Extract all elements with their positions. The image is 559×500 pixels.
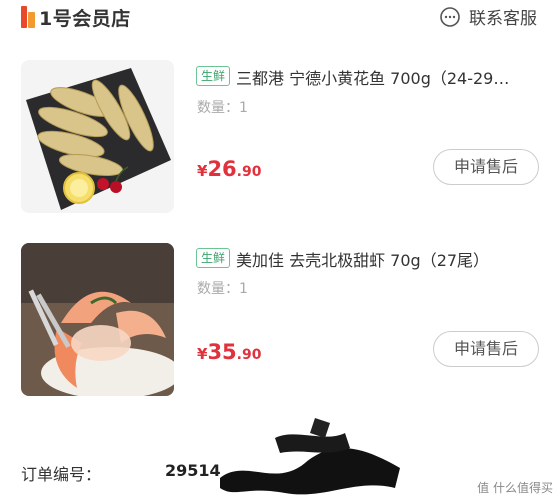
- watermark: 值 什么值得买: [477, 479, 553, 496]
- product-image-fish[interactable]: [21, 60, 174, 213]
- fresh-tag: 生鲜: [196, 66, 231, 86]
- product-quantity: 数量：1: [197, 281, 248, 297]
- price-decimal: .90: [236, 164, 262, 180]
- product-price: ¥26.90: [197, 157, 261, 181]
- fresh-tag: 生鲜: [196, 248, 231, 268]
- price-integer: 35: [207, 340, 237, 364]
- chat-icon: [440, 6, 460, 27]
- product-quantity: 数量：1: [197, 100, 248, 116]
- apply-after-sale-button[interactable]: 申请售后: [433, 149, 539, 185]
- price-currency: ¥: [197, 162, 208, 180]
- watermark-text: 值 什么值得买: [477, 481, 553, 495]
- price-currency: ¥: [197, 345, 208, 363]
- product-title[interactable]: 三都港 宁德小黄花鱼 700g（24-29…: [236, 65, 536, 89]
- price-integer: 26: [207, 157, 237, 181]
- contact-service-button[interactable]: 联系客服: [439, 4, 537, 29]
- logo-mark-icon: [21, 6, 35, 28]
- order-number-label: 订单编号：: [21, 465, 102, 484]
- product-price: ¥35.90: [197, 340, 261, 364]
- apply-after-sale-button[interactable]: 申请售后: [433, 331, 539, 367]
- logo-text: 1号会员店: [39, 7, 131, 30]
- product-title[interactable]: 美加佳 去壳北极甜虾 70g（27尾）: [236, 247, 536, 271]
- header-bar: 1号会员店 联系客服: [0, 0, 559, 34]
- app-logo[interactable]: 1号会员店: [21, 5, 131, 30]
- order-number-value[interactable]: 29514: [165, 461, 221, 480]
- redaction-scribble: [220, 418, 400, 495]
- price-decimal: .90: [236, 347, 262, 363]
- contact-service-label: 联系客服: [469, 9, 537, 29]
- product-image-shrimp[interactable]: [21, 243, 174, 396]
